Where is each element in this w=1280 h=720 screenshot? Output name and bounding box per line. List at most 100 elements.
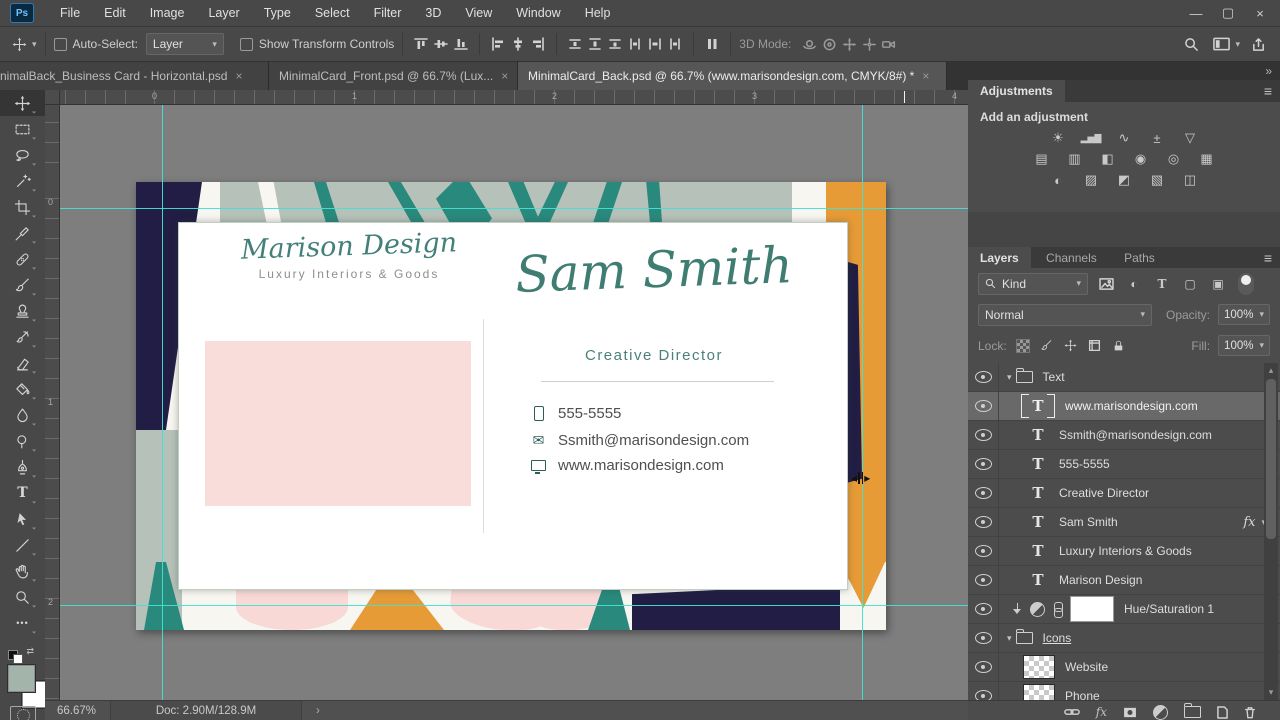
fill-field[interactable]: 100% ▾ [1218, 335, 1270, 356]
distribute-bottom-edges-button[interactable] [605, 34, 625, 54]
lock-all-icon[interactable] [1111, 338, 1127, 354]
layer-filter-dropdown[interactable]: Kind ▾ [978, 272, 1088, 295]
posterize-icon[interactable]: ▨ [1079, 171, 1103, 189]
distribute-top-edges-button[interactable] [565, 34, 585, 54]
tab-paths[interactable]: Paths [1112, 247, 1167, 269]
tab-channels[interactable]: Channels [1034, 247, 1109, 269]
guide-vertical-left[interactable] [162, 104, 163, 700]
visibility-toggle[interactable] [968, 508, 999, 536]
align-bottom-edges-button[interactable] [451, 34, 471, 54]
visibility-toggle[interactable] [968, 450, 999, 478]
minimize-button[interactable]: — [1180, 0, 1212, 26]
layer-row-group-icons[interactable]: ▾ Icons [968, 624, 1280, 653]
auto-select-dropdown[interactable]: Layer ▾ [145, 33, 224, 55]
selective-color-icon[interactable]: ◫ [1178, 171, 1202, 189]
layer-row-group-text[interactable]: ▾ Text [968, 363, 1280, 392]
menu-window[interactable]: Window [504, 0, 572, 26]
lock-transparency-icon[interactable] [1015, 338, 1031, 354]
default-swatches-button[interactable]: ⇄ [8, 646, 34, 664]
distribute-horizontal-centers-button[interactable] [645, 34, 665, 54]
tool-preset-chevron-icon[interactable]: ▾ [32, 39, 37, 49]
layer-row[interactable]: Phone [968, 682, 1280, 700]
layer-row[interactable]: T Creative Director [968, 479, 1280, 508]
visibility-toggle[interactable] [968, 392, 999, 420]
add-layer-style-icon[interactable]: fx [1096, 705, 1107, 719]
layer-effects-badge[interactable]: fx ▾ [1243, 515, 1266, 530]
color-lookup-icon[interactable]: ▦ [1195, 150, 1219, 168]
distribute-left-edges-button[interactable] [625, 34, 645, 54]
blend-mode-dropdown[interactable]: Normal ▾ [978, 303, 1152, 326]
filter-shape-layers-icon[interactable]: ▢ [1180, 275, 1200, 293]
chevron-down-icon[interactable]: ▾ [1235, 39, 1240, 49]
panel-menu-icon[interactable]: ≡ [1264, 83, 1272, 99]
layer-row[interactable]: T Marison Design [968, 566, 1280, 595]
tool-hand[interactable] [0, 558, 45, 584]
menu-3d[interactable]: 3D [413, 0, 453, 26]
close-button[interactable]: × [1244, 0, 1276, 26]
link-layers-icon[interactable] [1063, 705, 1080, 719]
zoom-level-field[interactable]: 66.67% [45, 705, 110, 717]
visibility-toggle[interactable] [968, 653, 999, 681]
document-artboard[interactable]: Marison Design Luxury Interiors & Goods … [136, 182, 886, 630]
close-icon[interactable]: × [235, 69, 242, 83]
tool-blur[interactable] [0, 402, 45, 428]
close-icon[interactable]: × [501, 69, 508, 83]
filter-type-layers-icon[interactable]: T [1152, 275, 1172, 293]
tool-line-shape[interactable] [0, 532, 45, 558]
menu-edit[interactable]: Edit [92, 0, 138, 26]
hue-saturation-icon[interactable]: ▤ [1030, 150, 1054, 168]
workspace-switcher-icon[interactable] [1211, 34, 1231, 54]
levels-icon[interactable]: ▂▅▇ [1079, 129, 1103, 147]
show-transform-checkbox[interactable] [239, 37, 253, 51]
guide-horizontal-bottom[interactable] [59, 605, 968, 606]
opacity-field[interactable]: 100% ▾ [1218, 304, 1270, 325]
align-left-edges-button[interactable] [488, 34, 508, 54]
tool-edit-toolbar[interactable]: ••• [0, 610, 45, 636]
layer-mask-thumbnail[interactable] [1070, 596, 1114, 622]
layer-row-adjustment[interactable]: Hue/Saturation 1 [968, 595, 1280, 624]
threshold-icon[interactable]: ◩ [1112, 171, 1136, 189]
visibility-toggle[interactable] [968, 479, 999, 507]
3d-orbit-icon[interactable] [799, 34, 819, 54]
chevron-down-icon[interactable]: ▾ [1007, 633, 1012, 644]
visibility-toggle[interactable] [968, 595, 999, 623]
filter-pixel-layers-icon[interactable] [1096, 275, 1116, 293]
distribute-spacing-button[interactable] [702, 34, 722, 54]
tool-history-brush[interactable] [0, 324, 45, 350]
black-white-icon[interactable]: ◧ [1096, 150, 1120, 168]
lock-pixels-icon[interactable] [1039, 338, 1055, 354]
visibility-toggle[interactable] [968, 566, 999, 594]
tab-minimalcard-front[interactable]: MinimalCard_Front.psd @ 66.7% (Lux... × [269, 62, 518, 90]
layer-thumbnail[interactable] [1023, 655, 1055, 679]
layer-row-selected[interactable]: T www.marisondesign.com [968, 392, 1280, 421]
scroll-down-icon[interactable]: ▾ [1264, 687, 1278, 698]
chevron-down-icon[interactable]: ▾ [1007, 372, 1012, 383]
distribute-right-edges-button[interactable] [665, 34, 685, 54]
scroll-up-icon[interactable]: ▴ [1264, 365, 1278, 376]
add-layer-mask-icon[interactable] [1123, 705, 1137, 719]
foreground-color-swatch[interactable] [8, 665, 35, 692]
tool-eyedropper[interactable] [0, 220, 45, 246]
delete-layer-icon[interactable] [1244, 705, 1256, 719]
tool-crop[interactable] [0, 194, 45, 220]
layer-row[interactable]: T Luxury Interiors & Goods [968, 537, 1280, 566]
guide-horizontal-top[interactable] [59, 208, 968, 209]
ruler-top[interactable]: 0 1 2 3 4 [59, 90, 968, 105]
maximize-button[interactable]: ▢ [1212, 0, 1244, 26]
quick-mask-button[interactable] [10, 706, 36, 720]
visibility-toggle[interactable] [968, 421, 999, 449]
lock-position-icon[interactable] [1063, 338, 1079, 354]
filter-adjustment-layers-icon[interactable]: ◐ [1124, 275, 1144, 293]
brightness-contrast-icon[interactable]: ☀ [1046, 129, 1070, 147]
layers-scrollbar[interactable]: ▴ ▾ [1264, 363, 1278, 700]
menu-file[interactable]: File [48, 0, 92, 26]
tool-zoom[interactable] [0, 584, 45, 610]
visibility-toggle[interactable] [968, 537, 999, 565]
tool-paint-bucket[interactable] [0, 376, 45, 402]
tool-dodge[interactable] [0, 428, 45, 454]
tool-marquee[interactable] [0, 116, 45, 142]
new-adjustment-layer-icon[interactable] [1153, 704, 1168, 720]
ruler-origin-box[interactable] [45, 90, 60, 105]
layer-thumbnail[interactable] [1023, 684, 1055, 700]
menu-type[interactable]: Type [252, 0, 303, 26]
